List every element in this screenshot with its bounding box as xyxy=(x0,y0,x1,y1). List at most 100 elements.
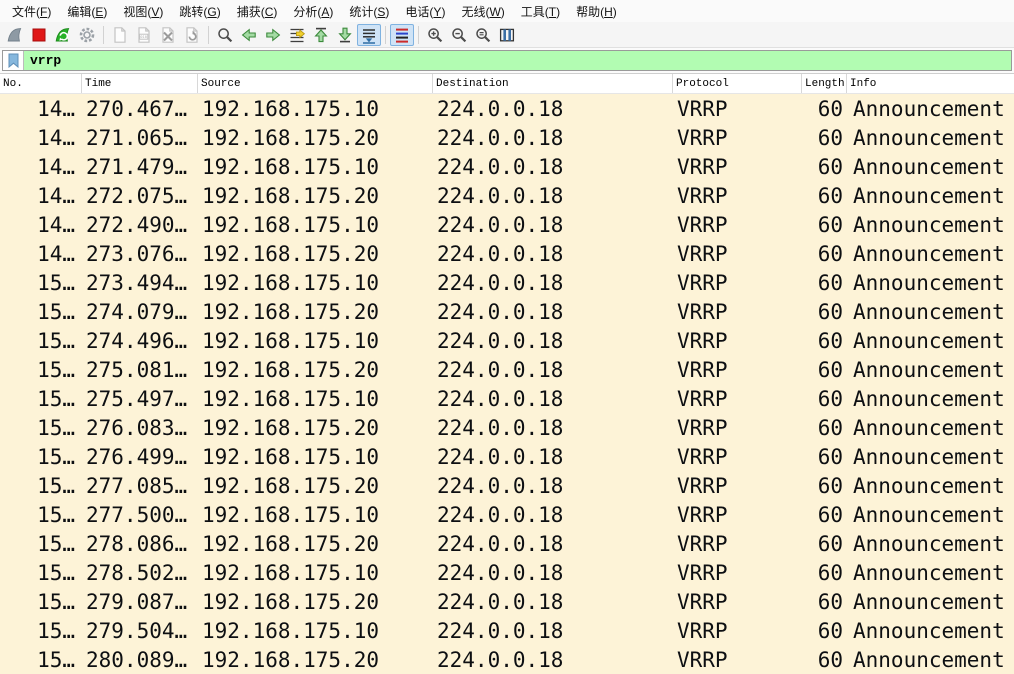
cell-length: 60 xyxy=(802,94,847,123)
go-forward-button[interactable] xyxy=(261,24,285,46)
packet-row[interactable]: 14…273.076…192.168.175.20224.0.0.18VRRP6… xyxy=(0,239,1014,268)
menu-item-edit[interactable]: 编辑(E) xyxy=(59,0,115,23)
cell-destination: 224.0.0.18 xyxy=(433,645,673,674)
capture-options-button[interactable] xyxy=(75,24,99,46)
auto-scroll-icon xyxy=(360,26,378,44)
zoom-in-button[interactable] xyxy=(423,24,447,46)
packet-list-body[interactable]: 14…270.467…192.168.175.10224.0.0.18VRRP6… xyxy=(0,94,1014,674)
reload-file-button[interactable] xyxy=(180,24,204,46)
column-header-info[interactable]: Info xyxy=(847,74,1014,93)
go-to-packet-button[interactable] xyxy=(285,24,309,46)
packet-row[interactable]: 15…273.494…192.168.175.10224.0.0.18VRRP6… xyxy=(0,268,1014,297)
packet-row[interactable]: 15…276.499…192.168.175.10224.0.0.18VRRP6… xyxy=(0,442,1014,471)
packet-row[interactable]: 15…275.081…192.168.175.20224.0.0.18VRRP6… xyxy=(0,355,1014,384)
menu-item-tools[interactable]: 工具(T) xyxy=(513,0,568,23)
auto-scroll-button[interactable] xyxy=(357,24,381,46)
bookmark-icon xyxy=(7,53,20,68)
arrow-up-icon xyxy=(312,26,330,44)
cell-source: 192.168.175.10 xyxy=(198,616,433,645)
packet-row[interactable]: 15…275.497…192.168.175.10224.0.0.18VRRP6… xyxy=(0,384,1014,413)
packet-row[interactable]: 15…280.089…192.168.175.20224.0.0.18VRRP6… xyxy=(0,645,1014,674)
find-packet-button[interactable] xyxy=(213,24,237,46)
cell-time: 276.499… xyxy=(82,442,198,471)
cell-no: 14… xyxy=(0,239,82,268)
column-header-time[interactable]: Time xyxy=(82,74,198,93)
open-file-button[interactable] xyxy=(108,24,132,46)
menu-item-go[interactable]: 跳转(G) xyxy=(171,0,228,23)
go-first-packet-button[interactable] xyxy=(309,24,333,46)
menu-item-capture[interactable]: 捕获(C) xyxy=(229,0,286,23)
resize-columns-button[interactable] xyxy=(495,24,519,46)
column-header-source[interactable]: Source xyxy=(198,74,433,93)
zoom-out-button[interactable] xyxy=(447,24,471,46)
cell-source: 192.168.175.10 xyxy=(198,326,433,355)
menu-item-view[interactable]: 视图(V) xyxy=(115,0,171,23)
cell-destination: 224.0.0.18 xyxy=(433,558,673,587)
toolbar-separator xyxy=(208,26,209,44)
packet-row[interactable]: 14…271.065…192.168.175.20224.0.0.18VRRP6… xyxy=(0,123,1014,152)
menu-item-statistics[interactable]: 统计(S) xyxy=(341,0,397,23)
column-header-no[interactable]: No. xyxy=(0,74,82,93)
column-header-length[interactable]: Length xyxy=(802,74,847,93)
packet-row[interactable]: 15…277.500…192.168.175.10224.0.0.18VRRP6… xyxy=(0,500,1014,529)
packet-row[interactable]: 15…279.087…192.168.175.20224.0.0.18VRRP6… xyxy=(0,587,1014,616)
packet-row[interactable]: 14…270.467…192.168.175.10224.0.0.18VRRP6… xyxy=(0,94,1014,123)
cell-info: Announcement xyxy=(847,645,1014,674)
menu-item-analyze[interactable]: 分析(A) xyxy=(285,0,341,23)
packet-row[interactable]: 14…272.075…192.168.175.20224.0.0.18VRRP6… xyxy=(0,181,1014,210)
cell-length: 60 xyxy=(802,181,847,210)
stop-capture-button[interactable] xyxy=(27,24,51,46)
start-capture-button[interactable] xyxy=(3,24,27,46)
display-filter-input[interactable] xyxy=(24,51,1011,70)
cell-no: 14… xyxy=(0,123,82,152)
cell-no: 15… xyxy=(0,442,82,471)
cell-protocol: VRRP xyxy=(673,210,802,239)
cell-info: Announcement xyxy=(847,152,1014,181)
cell-length: 60 xyxy=(802,239,847,268)
cell-destination: 224.0.0.18 xyxy=(433,529,673,558)
cell-protocol: VRRP xyxy=(673,529,802,558)
cell-no: 15… xyxy=(0,384,82,413)
packet-row[interactable]: 15…274.079…192.168.175.20224.0.0.18VRRP6… xyxy=(0,297,1014,326)
cell-time: 279.087… xyxy=(82,587,198,616)
cell-source: 192.168.175.20 xyxy=(198,181,433,210)
cell-time: 276.083… xyxy=(82,413,198,442)
cell-time: 278.502… xyxy=(82,558,198,587)
file-binary-icon: 010 xyxy=(135,26,153,44)
cell-time: 275.081… xyxy=(82,355,198,384)
packet-row[interactable]: 15…274.496…192.168.175.10224.0.0.18VRRP6… xyxy=(0,326,1014,355)
cell-info: Announcement xyxy=(847,326,1014,355)
cell-destination: 224.0.0.18 xyxy=(433,355,673,384)
packet-row[interactable]: 15…279.504…192.168.175.10224.0.0.18VRRP6… xyxy=(0,616,1014,645)
packet-row[interactable]: 14…272.490…192.168.175.10224.0.0.18VRRP6… xyxy=(0,210,1014,239)
filter-bookmark-button[interactable] xyxy=(3,51,24,70)
column-header-protocol[interactable]: Protocol xyxy=(673,74,802,93)
packet-row[interactable]: 14…271.479…192.168.175.10224.0.0.18VRRP6… xyxy=(0,152,1014,181)
save-file-button[interactable]: 010 xyxy=(132,24,156,46)
packet-row[interactable]: 15…277.085…192.168.175.20224.0.0.18VRRP6… xyxy=(0,471,1014,500)
menu-item-wireless[interactable]: 无线(W) xyxy=(453,0,512,23)
cell-length: 60 xyxy=(802,210,847,239)
packet-row[interactable]: 15…278.502…192.168.175.10224.0.0.18VRRP6… xyxy=(0,558,1014,587)
cell-protocol: VRRP xyxy=(673,442,802,471)
cell-protocol: VRRP xyxy=(673,181,802,210)
restart-capture-button[interactable] xyxy=(51,24,75,46)
cell-destination: 224.0.0.18 xyxy=(433,152,673,181)
close-file-button[interactable] xyxy=(156,24,180,46)
packet-row[interactable]: 15…278.086…192.168.175.20224.0.0.18VRRP6… xyxy=(0,529,1014,558)
file-reload-icon xyxy=(183,26,201,44)
go-last-packet-button[interactable] xyxy=(333,24,357,46)
menu-item-help[interactable]: 帮助(H) xyxy=(568,0,625,23)
zoom-reset-button[interactable] xyxy=(471,24,495,46)
cell-info: Announcement xyxy=(847,587,1014,616)
cell-info: Announcement xyxy=(847,500,1014,529)
colorize-packets-button[interactable] xyxy=(390,24,414,46)
packet-row[interactable]: 15…276.083…192.168.175.20224.0.0.18VRRP6… xyxy=(0,413,1014,442)
column-header-destination[interactable]: Destination xyxy=(433,74,673,93)
cell-time: 272.490… xyxy=(82,210,198,239)
menu-item-telephony[interactable]: 电话(Y) xyxy=(397,0,453,23)
menu-item-file[interactable]: 文件(F) xyxy=(4,0,59,23)
resize-columns-icon xyxy=(498,26,516,44)
cell-destination: 224.0.0.18 xyxy=(433,210,673,239)
go-back-button[interactable] xyxy=(237,24,261,46)
